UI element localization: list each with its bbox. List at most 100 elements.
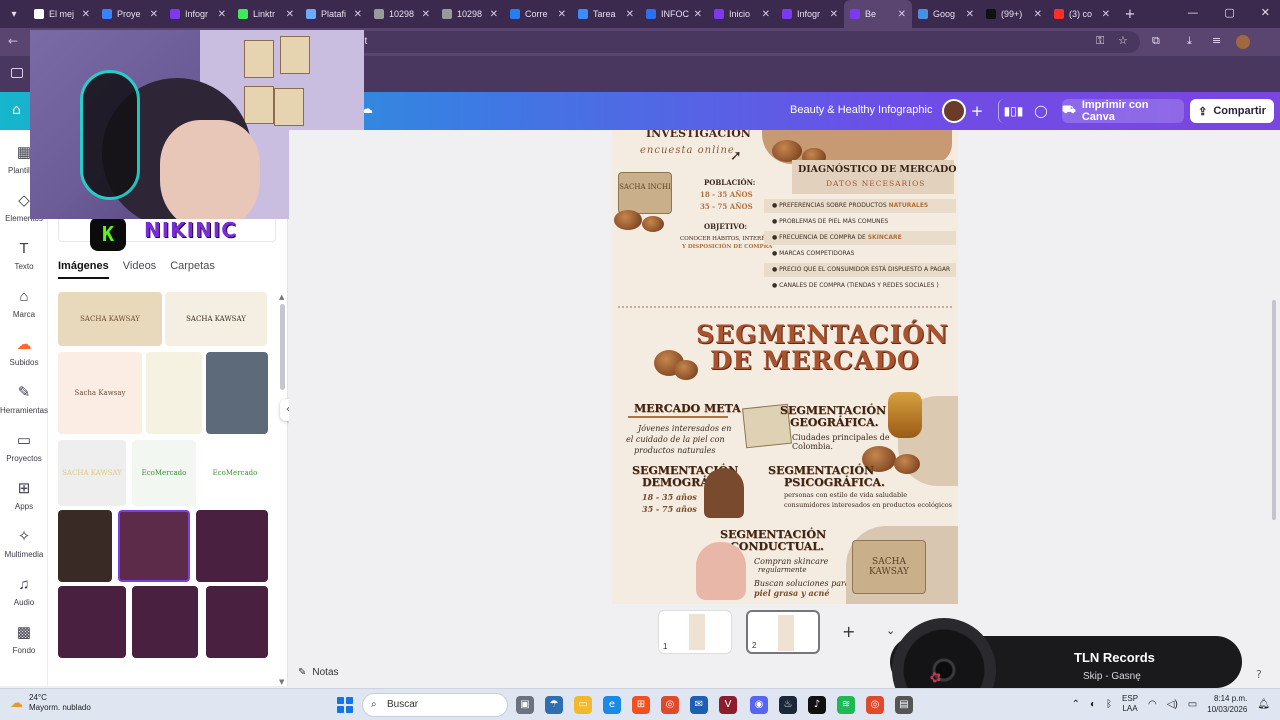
tab-close-icon[interactable]: ✕	[966, 9, 974, 20]
catgirl-sticker-2[interactable]	[196, 510, 268, 582]
stats-icon[interactable]: ▮▯▮	[998, 99, 1023, 123]
tab-close-icon[interactable]: ✕	[490, 9, 498, 20]
browser-tab[interactable]: Goog ✕	[912, 0, 980, 28]
logo-round-thumb[interactable]: SACHA KAWSAY	[165, 292, 267, 346]
browser-tab[interactable]: Be ✕	[844, 0, 912, 28]
tab-close-icon[interactable]: ✕	[1102, 9, 1110, 20]
app-icon[interactable]: ▤	[895, 696, 913, 714]
browser-tab[interactable]: (99+) ✕	[980, 0, 1048, 28]
profile-avatar[interactable]	[1236, 35, 1250, 49]
rail-item-herramientas[interactable]: ✎ Herramientas	[0, 384, 48, 415]
spotify-icon[interactable]: ≋	[837, 696, 855, 714]
browser-tab[interactable]: Tarea ✕	[572, 0, 640, 28]
selfie-thumb[interactable]	[58, 510, 112, 582]
minimize-icon[interactable]: —	[1187, 6, 1198, 19]
logo-circle-thumb[interactable]: Sacha Kawsay	[58, 352, 142, 434]
soap-bar-thumb[interactable]: SACHA KAWSAY	[58, 292, 162, 346]
home-icon[interactable]: ⌂	[12, 102, 30, 120]
rail-item-audio[interactable]: ♫ Audio	[0, 576, 48, 607]
browser-tab[interactable]: Linktr ✕	[232, 0, 300, 28]
chevron-up-icon[interactable]: ⌃	[1072, 699, 1080, 710]
task-view-icon[interactable]: ▣	[516, 696, 534, 714]
scroll-down-icon[interactable]: ▼	[279, 678, 284, 686]
download-icon[interactable]: ⤓	[1187, 34, 1192, 48]
file-explorer-icon[interactable]: ▭	[574, 696, 592, 714]
page-thumb-1[interactable]: 1	[658, 610, 732, 654]
side-panel-icon[interactable]	[11, 68, 23, 78]
tab-close-icon[interactable]: ✕	[558, 9, 566, 20]
tiktok-icon[interactable]: ♪	[808, 696, 826, 714]
canvas-scrollbar[interactable]	[1272, 300, 1276, 520]
browser-tab[interactable]: Platafi ✕	[300, 0, 368, 28]
rail-item-marca[interactable]: ⌂ Marca	[0, 288, 48, 319]
panel-scrollbar[interactable]	[280, 304, 285, 390]
rail-item-apps[interactable]: ⊞ Apps	[0, 480, 48, 511]
back-icon[interactable]: ←	[8, 34, 18, 48]
discord-icon[interactable]: ◉	[750, 696, 768, 714]
taskbar-search[interactable]: ⌕ Buscar	[362, 693, 508, 717]
tab-close-icon[interactable]: ✕	[286, 9, 294, 20]
widgets-icon[interactable]: ☂	[545, 696, 563, 714]
tab-search-menu[interactable]: ▾	[0, 0, 28, 28]
browser-tab[interactable]: El mej ✕	[28, 0, 96, 28]
print-with-canva-button[interactable]: ⛟ Imprimir con Canva	[1062, 99, 1184, 123]
browser-tab[interactable]: Infogr ✕	[164, 0, 232, 28]
catgirl-sticker-5[interactable]	[206, 586, 268, 658]
document-title[interactable]: Beauty & Healthy Infographic	[790, 104, 932, 116]
tab-close-icon[interactable]: ✕	[422, 9, 430, 20]
new-tab-button[interactable]: +	[1116, 7, 1144, 22]
tab-carpetas[interactable]: Carpetas	[170, 260, 215, 279]
tab-videos[interactable]: Videos	[123, 260, 156, 279]
ecomercado-thumb-1[interactable]: EcoMercado	[132, 440, 196, 506]
omnibox[interactable]: lit	[340, 31, 1140, 53]
clock[interactable]: 8:14 p.m. 10/03/2026	[1207, 693, 1247, 715]
rail-item-multimedia[interactable]: ✧ Multimedia	[0, 528, 48, 559]
start-button[interactable]	[337, 697, 353, 713]
ecomercado-thumb-2[interactable]: EcoMercado	[202, 440, 268, 506]
help-icon[interactable]: ?	[1256, 668, 1262, 681]
tab-close-icon[interactable]: ✕	[762, 9, 770, 20]
browser-tab[interactable]: (3) co ✕	[1048, 0, 1116, 28]
browser-tab[interactable]: Proye ✕	[96, 0, 164, 28]
tray-app-icon[interactable]: ◐	[1090, 699, 1096, 710]
soap-pieces-thumb[interactable]	[146, 352, 202, 434]
catgirl-sticker-3[interactable]	[58, 586, 126, 658]
notes-button[interactable]: ✎ Notas	[298, 667, 339, 678]
bookmark-star-icon[interactable]: ☆	[1118, 34, 1128, 47]
browser-tab[interactable]: Corre ✕	[504, 0, 572, 28]
battery-icon[interactable]: ▭	[1188, 699, 1197, 710]
browser-tab[interactable]: 10298 ✕	[368, 0, 436, 28]
tab-close-icon[interactable]: ✕	[150, 9, 158, 20]
browser-tab[interactable]: Inicio ✕	[708, 0, 776, 28]
app-v-icon[interactable]: V	[719, 696, 737, 714]
tab-close-icon[interactable]: ✕	[898, 9, 906, 20]
tab-close-icon[interactable]: ✕	[830, 9, 838, 20]
browser-tab[interactable]: Infogr ✕	[776, 0, 844, 28]
password-key-icon[interactable]: ⚿	[1096, 34, 1104, 48]
rail-item-texto[interactable]: T Texto	[0, 240, 48, 271]
ms-store-icon[interactable]: ⊞	[632, 696, 650, 714]
comment-icon[interactable]: ◯	[1030, 99, 1052, 123]
tab-close-icon[interactable]: ✕	[82, 9, 90, 20]
photo-thumb[interactable]	[206, 352, 268, 434]
tab-imagenes[interactable]: Imágenes	[58, 260, 109, 279]
volume-icon[interactable]: ◁)	[1167, 699, 1178, 710]
tab-close-icon[interactable]: ✕	[694, 9, 702, 20]
scroll-up-icon[interactable]: ▲	[279, 293, 284, 301]
rail-item-subidos[interactable]: ☁ Subidos	[0, 336, 48, 367]
tab-close-icon[interactable]: ✕	[354, 9, 362, 20]
steam-icon[interactable]: ♨	[779, 696, 797, 714]
tab-close-icon[interactable]: ✕	[1034, 9, 1042, 20]
language-indicator[interactable]: ESP LAA	[1122, 694, 1138, 714]
outlook-icon[interactable]: ✉	[690, 696, 708, 714]
chrome-active-icon[interactable]: ◎	[866, 696, 884, 714]
catgirl-sticker-4[interactable]	[132, 586, 198, 658]
browser-tab[interactable]: INFOC ✕	[640, 0, 708, 28]
dark-logo-thumb[interactable]: SACHA KAWSAY	[58, 440, 126, 506]
edge-icon[interactable]: e	[603, 696, 621, 714]
maximize-icon[interactable]: ▢	[1224, 6, 1234, 19]
extensions-icon[interactable]: ⧉	[1152, 34, 1160, 48]
collaborator-avatar[interactable]	[942, 99, 966, 123]
close-window-icon[interactable]: ✕	[1261, 6, 1270, 19]
catgirl-sticker-1[interactable]	[118, 510, 190, 582]
